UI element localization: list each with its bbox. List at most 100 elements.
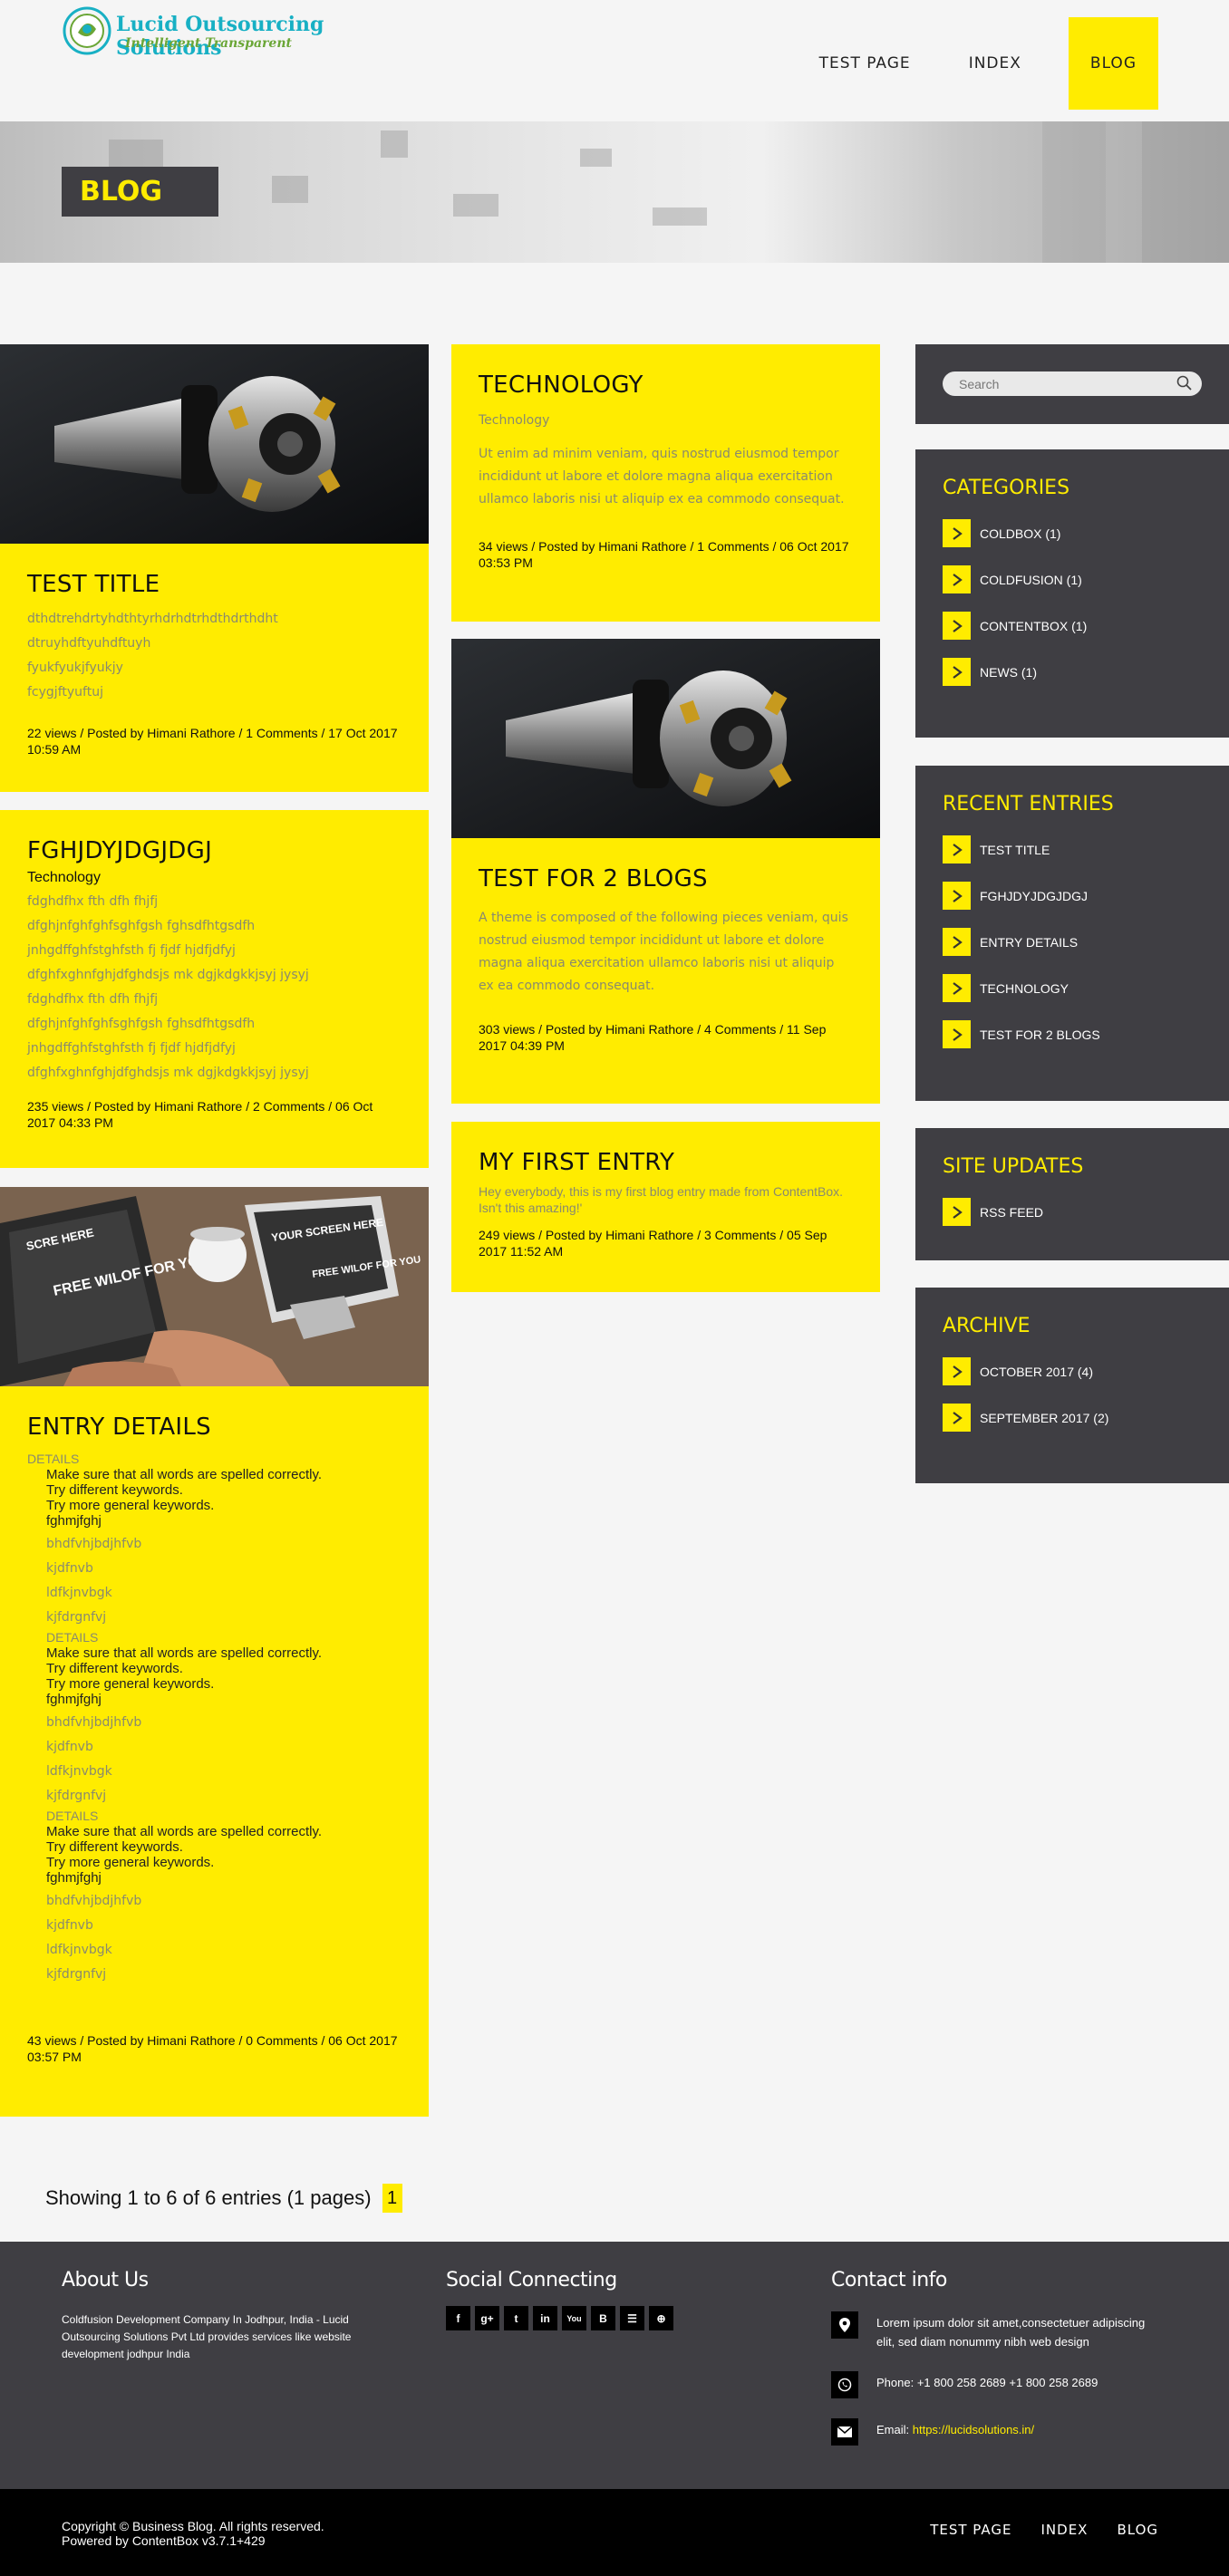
- post-image[interactable]: [0, 344, 429, 544]
- details-sub: bhdfvhjbdjhfvb: [46, 1537, 142, 1551]
- post-meta: 34 views / Posted by Himani Rathore / 1 …: [479, 539, 849, 570]
- details-label: DETAILS: [46, 1630, 99, 1645]
- post-title[interactable]: FGHJDYJDGJDGJ: [27, 837, 402, 864]
- post-category[interactable]: Technology: [27, 870, 402, 886]
- post-title[interactable]: MY FIRST ENTRY: [479, 1149, 853, 1176]
- sidebar-item-label: COLDBOX (1): [980, 526, 1061, 541]
- sidebar-item-coldbox[interactable]: COLDBOX (1): [915, 510, 1229, 556]
- contact-email: Email: https://lucidsolutions.in/: [831, 2418, 1157, 2446]
- youtube-icon[interactable]: You: [562, 2306, 586, 2330]
- details-block: DETAILS Make sure that all words are spe…: [27, 1809, 402, 1987]
- footer-nav-blog[interactable]: BLOG: [1117, 2522, 1158, 2538]
- site-logo[interactable]: Lucid Outsourcing Solutions Intelligent …: [62, 5, 352, 60]
- blogger-icon[interactable]: B: [591, 2306, 615, 2330]
- nav-blog[interactable]: BLOG: [1068, 17, 1158, 110]
- sidebar-item-test-title[interactable]: TEST TITLE: [915, 826, 1229, 873]
- copyright-bar: Copyright © Business Blog. All rights re…: [0, 2489, 1229, 2576]
- chevron-right-icon: [943, 1404, 971, 1432]
- post-meta: 303 views / Posted by Himani Rathore / 4…: [479, 1022, 827, 1053]
- post-excerpt-line: fdghdfhx fth dfh fhjfj: [27, 894, 159, 909]
- post-meta: 235 views / Posted by Himani Rathore / 2…: [27, 1099, 373, 1130]
- post-card-technology: TECHNOLOGY Technology Ut enim ad minim v…: [451, 344, 880, 622]
- details-tip: Make sure that all words are spelled cor…: [46, 1824, 323, 1839]
- post-image[interactable]: SCRE HERE FREE WILOF FOR YOU YOUR SCREEN…: [0, 1187, 429, 1386]
- details-tip: Try more general keywords.: [46, 1498, 215, 1513]
- sidebar-heading: CATEGORIES: [943, 477, 1070, 499]
- post-category[interactable]: Technology: [479, 410, 853, 432]
- sidebar-item-contentbox[interactable]: CONTENTBOX (1): [915, 603, 1229, 649]
- footer-contact: Contact info Lorem ipsum dolor sit amet,…: [831, 2269, 1157, 2465]
- sidebar-item-entry-details[interactable]: ENTRY DETAILS: [915, 919, 1229, 965]
- chevron-right-icon: [943, 1198, 971, 1226]
- linkedin-icon[interactable]: in: [533, 2306, 557, 2330]
- post-title[interactable]: TEST TITLE: [27, 571, 402, 598]
- post-excerpt-line: dfghjnfghfghfsghfgsh fghsdfhtgsdfh: [27, 1017, 256, 1031]
- pagination: Showing 1 to 6 of 6 entries (1 pages) 1: [45, 2184, 402, 2213]
- logo-tagline: Intelligent Transparent: [125, 36, 292, 51]
- details-sub: bhdfvhjbdjhfvb: [46, 1715, 142, 1730]
- search-icon[interactable]: [1176, 375, 1193, 391]
- post-excerpt-line: jnhgdffghfstghfsth fj fjdf hjdfjdfyj: [27, 943, 236, 958]
- search-placeholder: Search: [959, 376, 1000, 391]
- page-banner: BLOG: [0, 121, 1229, 263]
- email-link[interactable]: https://lucidsolutions.in/: [913, 2423, 1034, 2436]
- sidebar-item-two-blogs[interactable]: TEST FOR 2 BLOGS: [915, 1011, 1229, 1057]
- dribbble-icon[interactable]: ⊕: [649, 2306, 673, 2330]
- post-excerpt-line: dfghfxghnfghjdfghdsjs mk dgjkdgkkjsyj jy…: [27, 968, 309, 982]
- google-plus-icon[interactable]: g+: [475, 2306, 499, 2330]
- details-tip: Try more general keywords.: [46, 1855, 215, 1870]
- sidebar-item-technology[interactable]: TECHNOLOGY: [915, 965, 1229, 1011]
- sidebar-archive: ARCHIVE OCTOBER 2017 (4) SEPTEMBER 2017 …: [915, 1288, 1229, 1483]
- tumblr-icon[interactable]: t: [504, 2306, 528, 2330]
- pagination-summary: Showing 1 to 6 of 6 entries (1 pages): [45, 2186, 372, 2209]
- footer-nav-test-page[interactable]: TEST PAGE: [930, 2522, 1011, 2538]
- page-1-button[interactable]: 1: [382, 2184, 402, 2213]
- post-title[interactable]: TEST FOR 2 BLOGS: [479, 865, 853, 892]
- sidebar-item-fghj[interactable]: FGHJDYJDGJDGJ: [915, 873, 1229, 919]
- post-excerpt-line: dfghjnfghfghfsghfgsh fghsdfhtgsdfh: [27, 919, 256, 933]
- post-card-entry-details: SCRE HERE FREE WILOF FOR YOU YOUR SCREEN…: [0, 1187, 429, 2117]
- sidebar-item-label: FGHJDYJDGJDGJ: [980, 888, 1088, 903]
- footer-about: About Us Coldfusion Development Company …: [62, 2269, 388, 2363]
- post-image[interactable]: [451, 639, 880, 838]
- sidebar-item-october-2017[interactable]: OCTOBER 2017 (4): [915, 1348, 1229, 1394]
- search-input[interactable]: Search: [943, 371, 1202, 396]
- sidebar-item-coldfusion[interactable]: COLDFUSION (1): [915, 556, 1229, 603]
- main-nav: TEST PAGE INDEX BLOG: [790, 17, 1158, 110]
- sidebar-item-label: ENTRY DETAILS: [980, 934, 1079, 950]
- email-label: Email:: [876, 2423, 913, 2436]
- post-excerpt: A theme is composed of the following pie…: [479, 911, 848, 993]
- chevron-right-icon: [943, 882, 971, 910]
- post-excerpt-line: dthdtrehdrtyhdthtyrhdrhdtrhdthdrthdht: [27, 612, 278, 626]
- facebook-icon[interactable]: f: [446, 2306, 470, 2330]
- sidebar-item-news[interactable]: NEWS (1): [915, 649, 1229, 695]
- details-sub: ldfkjnvbgk: [46, 1943, 112, 1957]
- sidebar-item-rss-feed[interactable]: RSS FEED: [915, 1189, 1229, 1235]
- sidebar-heading: ARCHIVE: [943, 1315, 1031, 1337]
- details-tip: Try different keywords.: [46, 1661, 183, 1676]
- post-excerpt: Ut enim ad minim veniam, quis nostrud ei…: [479, 447, 845, 507]
- sidebar-item-september-2017[interactable]: SEPTEMBER 2017 (2): [915, 1394, 1229, 1441]
- details-sub: kjfdrgnfvj: [46, 1789, 107, 1803]
- post-excerpt-line: jnhgdffghfstghfsth fj fjdf hjdfjdfyj: [27, 1041, 236, 1056]
- rss-icon[interactable]: ☰: [620, 2306, 644, 2330]
- footer-nav-index[interactable]: INDEX: [1041, 2522, 1089, 2538]
- sidebar-item-label: CONTENTBOX (1): [980, 618, 1088, 633]
- site-header: Lucid Outsourcing Solutions Intelligent …: [0, 0, 1229, 121]
- post-card-test-title: TEST TITLE dthdtrehdrtyhdthtyrhdrhdtrhdt…: [0, 344, 429, 792]
- details-word: fghmjfghj: [46, 1692, 102, 1707]
- details-tip: Make sure that all words are spelled cor…: [46, 1467, 323, 1482]
- post-meta: 249 views / Posted by Himani Rathore / 3…: [479, 1228, 827, 1259]
- details-word: fghmjfghj: [46, 1513, 102, 1529]
- nav-index[interactable]: INDEX: [940, 17, 1050, 110]
- post-card-two-blogs: TEST FOR 2 BLOGS A theme is composed of …: [451, 639, 880, 1104]
- about-text: Coldfusion Development Company In Jodhpu…: [62, 2313, 352, 2360]
- post-title[interactable]: ENTRY DETAILS: [27, 1413, 402, 1441]
- nav-test-page[interactable]: TEST PAGE: [790, 17, 940, 110]
- powered-by-text: Powered by ContentBox v3.7.1+429: [62, 2533, 266, 2548]
- chevron-right-icon: [943, 1357, 971, 1385]
- sidebar-item-label: TEST TITLE: [980, 842, 1050, 857]
- post-excerpt-line: fdghdfhx fth dfh fhjfj: [27, 992, 159, 1007]
- details-block: DETAILS Make sure that all words are spe…: [27, 1630, 402, 1809]
- post-title[interactable]: TECHNOLOGY: [479, 371, 853, 399]
